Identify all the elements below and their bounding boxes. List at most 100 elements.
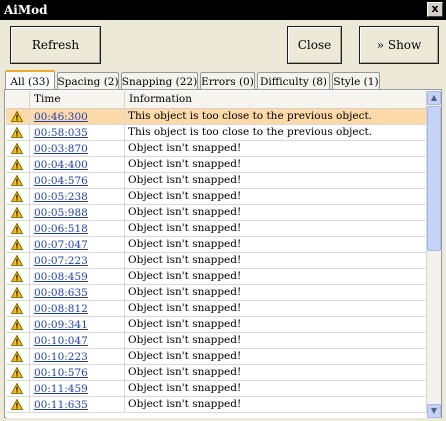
column-header-icon — [6, 91, 30, 108]
time-cell: 00:07:223 — [30, 253, 125, 268]
warning-icon — [11, 239, 23, 250]
show-button[interactable]: » Show — [359, 26, 439, 64]
time-cell: 00:10:223 — [30, 349, 125, 364]
warning-icon — [11, 159, 23, 170]
row-icon-cell — [6, 253, 30, 268]
table-row[interactable]: 00:07:047 Object isn't snapped! — [6, 237, 427, 253]
warning-icon — [11, 143, 23, 154]
row-icon-cell — [6, 157, 30, 172]
table-row[interactable]: 00:07:223 Object isn't snapped! — [6, 253, 427, 269]
refresh-button[interactable]: Refresh — [10, 26, 101, 64]
time-link[interactable]: 00:11:459 — [34, 383, 88, 395]
time-link[interactable]: 00:05:238 — [34, 191, 88, 203]
table-row[interactable]: 00:10:223 Object isn't snapped! — [6, 349, 427, 365]
time-link[interactable]: 00:04:576 — [34, 175, 88, 187]
time-link[interactable]: 00:08:635 — [34, 287, 88, 299]
row-icon-cell — [6, 125, 30, 140]
warning-icon — [11, 399, 23, 410]
time-cell: 00:07:047 — [30, 237, 125, 252]
time-link[interactable]: 00:10:576 — [34, 367, 88, 379]
time-cell: 00:05:988 — [30, 205, 125, 220]
time-cell: 00:09:341 — [30, 317, 125, 332]
warning-icon — [11, 191, 23, 202]
time-link[interactable]: 00:08:812 — [34, 303, 88, 315]
vertical-scrollbar[interactable]: ▲ ▼ — [427, 91, 441, 418]
column-header-information[interactable]: Information — [125, 91, 427, 108]
table-row[interactable]: 00:11:635 Object isn't snapped! — [6, 397, 427, 413]
information-cell: Object isn't snapped! — [125, 285, 427, 300]
row-icon-cell — [6, 381, 30, 396]
information-cell: This object is too close to the previous… — [125, 109, 427, 124]
time-link[interactable]: 00:06:518 — [34, 223, 88, 235]
information-cell: Object isn't snapped! — [125, 269, 427, 284]
table-row[interactable]: 00:08:635 Object isn't snapped! — [6, 285, 427, 301]
tab-difficulty[interactable]: Difficulty (8) — [257, 72, 330, 90]
time-cell: 00:04:576 — [30, 173, 125, 188]
row-icon-cell — [6, 109, 30, 124]
information-cell: Object isn't snapped! — [125, 397, 427, 412]
time-link[interactable]: 00:58:035 — [34, 127, 88, 139]
table-row[interactable]: 00:04:576 Object isn't snapped! — [6, 173, 427, 189]
tab-all[interactable]: All (33) — [5, 70, 55, 91]
row-icon-cell — [6, 333, 30, 348]
column-header-time[interactable]: Time — [30, 91, 125, 108]
information-cell: Object isn't snapped! — [125, 301, 427, 316]
time-cell: 00:03:870 — [30, 141, 125, 156]
tab-spacing[interactable]: Spacing (2) — [57, 72, 119, 90]
time-link[interactable]: 00:07:047 — [34, 239, 88, 251]
row-icon-cell — [6, 189, 30, 204]
table-row[interactable]: 00:10:576 Object isn't snapped! — [6, 365, 427, 381]
close-button[interactable]: Close — [287, 26, 342, 64]
time-link[interactable]: 00:04:400 — [34, 159, 88, 171]
time-cell: 00:10:047 — [30, 333, 125, 348]
warning-icon — [11, 319, 23, 330]
information-cell: Object isn't snapped! — [125, 157, 427, 172]
table-row[interactable]: 00:04:400 Object isn't snapped! — [6, 157, 427, 173]
time-cell: 00:58:035 — [30, 125, 125, 140]
table-row[interactable]: 00:08:812 Object isn't snapped! — [6, 301, 427, 317]
time-link[interactable]: 00:05:988 — [34, 207, 88, 219]
title-bar: AiMod x — [0, 0, 446, 20]
information-cell: Object isn't snapped! — [125, 317, 427, 332]
information-cell: This object is too close to the previous… — [125, 125, 427, 140]
time-cell: 00:06:518 — [30, 221, 125, 236]
table-row[interactable]: 00:08:459 Object isn't snapped! — [6, 269, 427, 285]
time-link[interactable]: 00:07:223 — [34, 255, 88, 267]
time-link[interactable]: 00:09:341 — [34, 319, 88, 331]
table-row[interactable]: 00:03:870 Object isn't snapped! — [6, 141, 427, 157]
time-link[interactable]: 00:10:223 — [34, 351, 88, 363]
tab-style[interactable]: Style (1) — [332, 72, 380, 90]
window-title: AiMod — [4, 3, 48, 17]
scroll-thumb[interactable] — [427, 106, 441, 251]
window-close-button[interactable]: x — [427, 2, 443, 17]
tab-snapping[interactable]: Snapping (22) — [121, 72, 198, 90]
information-cell: Object isn't snapped! — [125, 253, 427, 268]
warning-icon — [11, 303, 23, 314]
row-icon-cell — [6, 317, 30, 332]
row-icon-cell — [6, 365, 30, 380]
row-icon-cell — [6, 205, 30, 220]
table-row[interactable]: 00:10:047 Object isn't snapped! — [6, 333, 427, 349]
table-row[interactable]: 00:05:988 Object isn't snapped! — [6, 205, 427, 221]
table-row[interactable]: 00:46:300 This object is too close to the… — [6, 109, 427, 125]
table-row[interactable]: 00:58:035 This object is too close to the… — [6, 125, 427, 141]
time-link[interactable]: 00:46:300 — [34, 111, 88, 123]
row-icon-cell — [6, 349, 30, 364]
time-link[interactable]: 00:03:870 — [34, 143, 88, 155]
table-row[interactable]: 00:11:459 Object isn't snapped! — [6, 381, 427, 397]
time-link[interactable]: 00:11:635 — [34, 399, 88, 411]
warning-icon — [11, 335, 23, 346]
table-row[interactable]: 00:09:341 Object isn't snapped! — [6, 317, 427, 333]
tab-errors[interactable]: Errors (0) — [200, 72, 255, 90]
time-cell: 00:10:576 — [30, 365, 125, 380]
scroll-down-icon[interactable]: ▼ — [427, 404, 441, 418]
time-cell: 00:05:238 — [30, 189, 125, 204]
table-header: Time Information — [6, 91, 427, 109]
time-link[interactable]: 00:10:047 — [34, 335, 88, 347]
table-row[interactable]: 00:05:238 Object isn't snapped! — [6, 189, 427, 205]
warning-icon — [11, 255, 23, 266]
scroll-up-icon[interactable]: ▲ — [427, 91, 441, 105]
time-link[interactable]: 00:08:459 — [34, 271, 88, 283]
table-row[interactable]: 00:06:518 Object isn't snapped! — [6, 221, 427, 237]
row-icon-cell — [6, 221, 30, 236]
